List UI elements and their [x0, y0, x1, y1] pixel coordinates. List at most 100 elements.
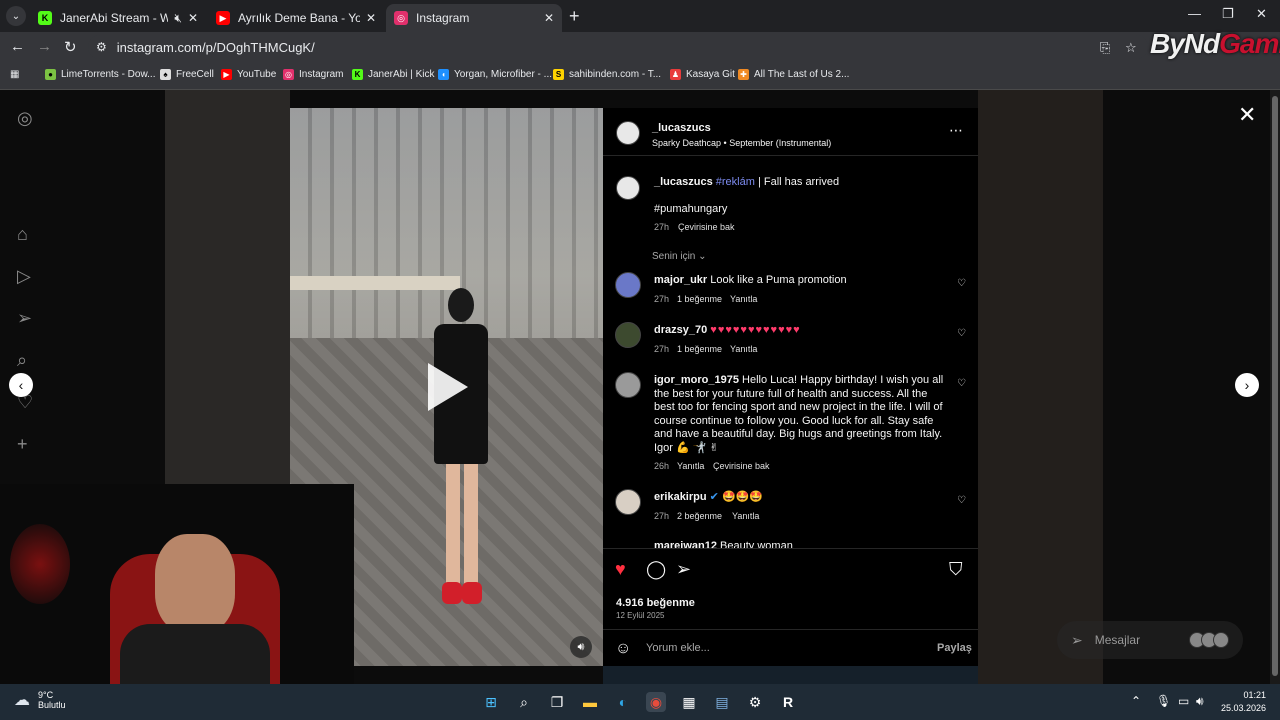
bookmark-last-of-us[interactable]: ✚ All The Last of Us 2...	[738, 69, 849, 80]
bookmark-limetorrents[interactable]: ● LimeTorrents - Dow...	[45, 69, 155, 80]
tray-chevron-icon[interactable]: ⌃	[1131, 694, 1141, 708]
author-username[interactable]: _lucaszucs	[652, 122, 711, 134]
bookmark-youtube[interactable]: ▶ YouTube	[221, 69, 276, 80]
chrome-icon[interactable]: ◉	[646, 692, 666, 712]
comment-likes[interactable]: 1 beğenme	[677, 344, 722, 354]
store-icon[interactable]: ▦	[679, 692, 699, 712]
caption-tag-link[interactable]: #reklám	[716, 176, 755, 188]
reels-icon[interactable]: ▷	[17, 266, 31, 287]
post-comment-button[interactable]: Paylaş	[937, 642, 972, 654]
bookmark-yorgan[interactable]: ◖ Yorgan, Microfiber - ...	[438, 69, 552, 80]
caption-avatar[interactable]	[616, 176, 640, 200]
caption-username[interactable]: _lucaszucs	[654, 176, 713, 188]
comment-likes[interactable]: 2 beğenme	[677, 511, 722, 521]
edge-icon[interactable]: ◐	[613, 692, 633, 712]
audio-label[interactable]: Sparky Deathcap • September (Instrumenta…	[652, 138, 831, 148]
like-comment-icon[interactable]: ♡	[957, 328, 966, 339]
weather-widget[interactable]: ☁ 9°C Bulutlu	[14, 690, 66, 710]
comment-reply-button[interactable]: Yanıtla	[732, 511, 759, 521]
tab-janerabi-stream[interactable]: K JanerAbi Stream - Watch Li 🔇︎ ✕	[30, 4, 206, 32]
microphone-icon[interactable]: 🎙︎	[1156, 694, 1171, 708]
author-avatar[interactable]	[616, 121, 640, 145]
play-icon[interactable]	[428, 363, 468, 411]
post-details-panel: _lucaszucs Sparky Deathcap • September (…	[603, 108, 978, 666]
bookmark-star-icon[interactable]: ☆	[1125, 40, 1137, 56]
close-modal-icon[interactable]: ✕	[1238, 102, 1256, 128]
comment-username[interactable]: igor_moro_1975	[654, 374, 739, 386]
page-scrollbar[interactable]	[1270, 90, 1280, 684]
person-shoe	[442, 582, 462, 604]
messages-button[interactable]: ➢ Mesajlar	[1057, 621, 1243, 659]
comment-reply-button[interactable]: Yanıtla	[730, 294, 757, 304]
search-icon[interactable]: ⌕	[17, 350, 27, 371]
address-bar[interactable]: ⚙ instagram.com/p/DOghTHMCugK/	[88, 35, 1148, 59]
reload-icon[interactable]: ↻	[64, 38, 77, 56]
comment-translate-link[interactable]: Çevirisine bak	[713, 461, 770, 471]
apps-grid-icon[interactable]: ▦	[10, 69, 19, 80]
steam-icon[interactable]: ⚙	[745, 692, 765, 712]
site-info-icon[interactable]: ⚙	[96, 40, 107, 54]
share-icon[interactable]: ➢	[676, 559, 691, 580]
close-window-icon[interactable]: ✕	[1256, 6, 1267, 22]
comment-likes[interactable]: 1 beğenme	[677, 294, 722, 304]
sound-icon[interactable]: 🔊︎	[570, 636, 592, 658]
like-comment-icon[interactable]: ♡	[957, 378, 966, 389]
close-tab-icon[interactable]: ✕	[366, 11, 376, 25]
caption-translate-link[interactable]: Çevirisine bak	[678, 222, 735, 232]
save-bookmark-icon[interactable]: ⛉	[949, 559, 963, 580]
tab-youtube[interactable]: ▶ Ayrılık Deme Bana - YouTube ✕	[208, 4, 384, 32]
search-icon[interactable]: ⌕	[514, 692, 534, 712]
tab-search-button[interactable]: ⌄	[6, 6, 26, 26]
bookmark-instagram[interactable]: ◎ Instagram	[283, 69, 343, 80]
comment-username[interactable]: mareiwan12	[654, 540, 717, 548]
comment-username[interactable]: drazsy_70	[654, 324, 707, 336]
create-plus-icon[interactable]: +	[17, 434, 28, 455]
bookmark-freecell[interactable]: ♠ FreeCell	[160, 69, 214, 80]
close-tab-icon[interactable]: ✕	[544, 11, 554, 25]
comment-avatar[interactable]	[615, 322, 641, 348]
file-explorer-icon[interactable]: ▬	[580, 692, 600, 712]
new-tab-icon[interactable]: +	[569, 6, 580, 27]
comment-avatar[interactable]	[615, 272, 641, 298]
comment-reply-button[interactable]: Yanıtla	[677, 461, 704, 471]
mute-tab-icon[interactable]: 🔇︎	[174, 11, 182, 26]
sort-dropdown[interactable]: Senin için ⌄	[652, 251, 707, 262]
previous-post-icon[interactable]: ‹	[9, 373, 33, 397]
system-clock[interactable]: 01:21 25.03.2026	[1218, 689, 1266, 715]
home-icon[interactable]: ⌂	[17, 224, 28, 245]
next-post-icon[interactable]: ›	[1235, 373, 1259, 397]
comment-username[interactable]: erikakirpu	[654, 491, 707, 503]
caption-hashtag-link[interactable]: #pumahungary	[654, 203, 727, 217]
like-heart-icon[interactable]: ♥	[615, 559, 626, 580]
volume-icon[interactable]: 🔊︎	[1196, 694, 1204, 709]
more-options-icon[interactable]: ⋯	[949, 122, 963, 139]
tab-instagram[interactable]: ◎ Instagram ✕	[386, 4, 562, 32]
forward-icon[interactable]: →	[37, 38, 52, 55]
instagram-logo-icon[interactable]: ◎	[17, 108, 33, 129]
network-icon[interactable]: ▭	[1178, 694, 1189, 708]
scrollbar-thumb[interactable]	[1272, 96, 1278, 676]
close-tab-icon[interactable]: ✕	[188, 11, 198, 25]
start-windows-icon[interactable]: ⊞	[481, 692, 501, 712]
comment-icon[interactable]: ◯	[646, 559, 666, 580]
minimize-icon[interactable]: —	[1188, 6, 1201, 21]
direct-send-icon[interactable]: ➢	[17, 308, 32, 329]
install-app-icon[interactable]: ⎘	[1100, 40, 1110, 56]
emoji-icon[interactable]: ☺	[615, 640, 631, 658]
back-icon[interactable]: ←	[10, 38, 25, 55]
likes-count[interactable]: 4.916 beğenme	[616, 597, 695, 609]
comment-input[interactable]: Yorum ekle...	[646, 642, 710, 654]
bookmark-kick[interactable]: K JanerAbi | Kick	[352, 69, 435, 80]
comment-avatar[interactable]	[615, 372, 641, 398]
comment-username[interactable]: major_ukr	[654, 274, 707, 286]
bookmark-kasaya-git[interactable]: ♟ Kasaya Git	[670, 69, 735, 80]
task-view-icon[interactable]: ❐	[547, 692, 567, 712]
like-comment-icon[interactable]: ♡	[957, 278, 966, 289]
comment-avatar[interactable]	[615, 489, 641, 515]
maximize-icon[interactable]: ❐	[1222, 6, 1234, 22]
comment-reply-button[interactable]: Yanıtla	[730, 344, 757, 354]
like-comment-icon[interactable]: ♡	[957, 495, 966, 506]
app-icon[interactable]: ▤	[712, 692, 732, 712]
r-app-icon[interactable]: R	[778, 692, 798, 712]
bookmark-sahibinden[interactable]: Ssahibinden.com - T...	[553, 69, 661, 80]
